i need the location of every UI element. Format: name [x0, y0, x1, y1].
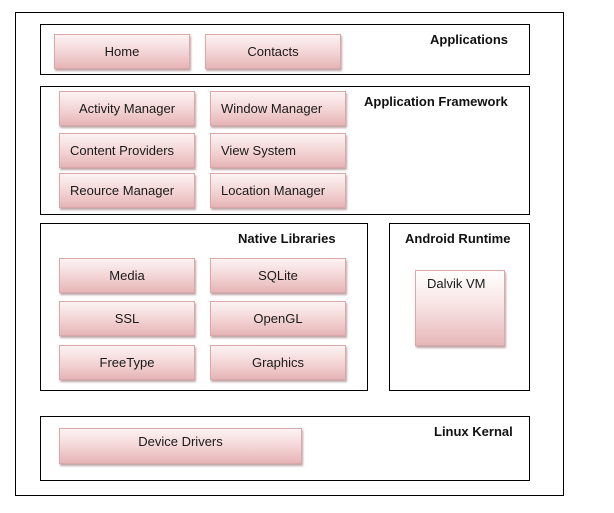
component-home: Home [54, 34, 190, 69]
component-freetype: FreeType [59, 345, 195, 380]
component-window-manager: Window Manager [210, 91, 346, 126]
component-dalvik-vm: Dalvik VM [415, 270, 505, 346]
component-sqlite: SQLite [210, 258, 346, 293]
layer-title-application-framework: Application Framework [364, 94, 508, 109]
component-activity-manager: Activity Manager [59, 91, 195, 126]
layer-title-applications: Applications [430, 32, 509, 47]
component-content-providers: Content Providers [59, 133, 195, 168]
component-view-system: View System [210, 133, 346, 168]
layer-title-linux-kernel: Linux Kernal [434, 424, 513, 439]
component-location-manager: Location Manager [210, 173, 346, 208]
component-device-drivers: Device Drivers [59, 428, 302, 464]
component-ssl: SSL [59, 301, 195, 336]
layer-title-android-runtime: Android Runtime [405, 231, 511, 246]
component-resource-manager: Reource Manager [59, 173, 195, 208]
component-graphics: Graphics [210, 345, 346, 380]
layer-title-native-libraries: Native Libraries [238, 231, 336, 246]
component-contacts: Contacts [205, 34, 341, 69]
component-media: Media [59, 258, 195, 293]
component-opengl: OpenGL [210, 301, 346, 336]
